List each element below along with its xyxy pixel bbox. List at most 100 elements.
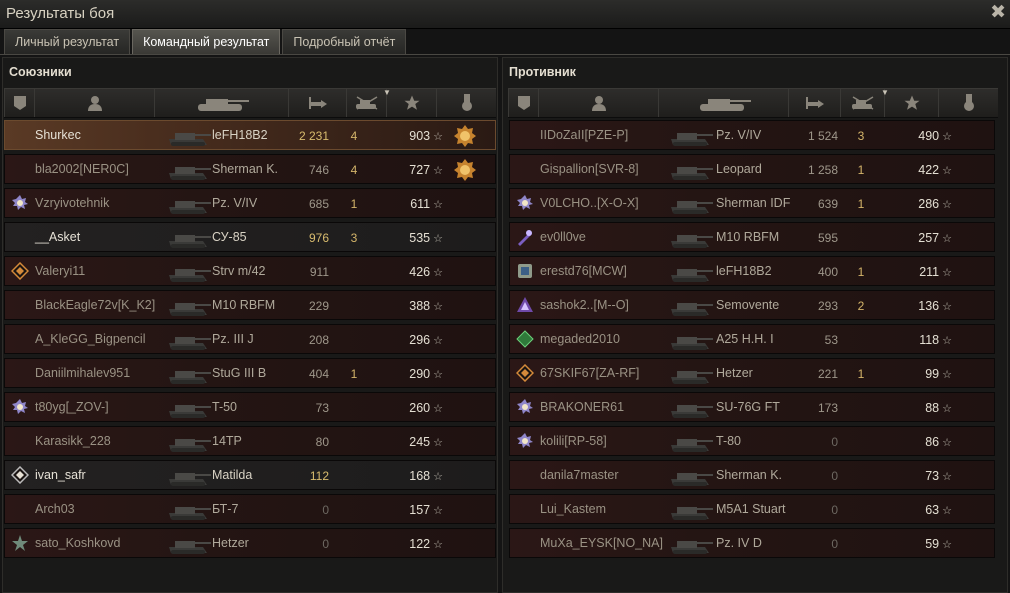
player-row[interactable]: V0LCHO..[X-O-X] Sherman IDF 639 1 286 ☆ [509,188,995,218]
player-row[interactable]: BlackEagle72v[K_K2] M10 RBFM 229 388 ☆ [4,290,496,320]
player-row[interactable]: megaded2010 A25 H.H. I 53 118 ☆ [509,324,995,354]
tank-icon [667,395,715,421]
xp-cell: 611 ☆ [375,197,443,211]
allies-panel: Союзники ▼ Shurkec leFH18B2 2 231 4 903 ☆ bla2… [2,57,498,593]
player-row[interactable]: sashok2..[M--O] Semovente 293 2 136 ☆ [509,290,995,320]
player-row[interactable]: Karasikk_228 14TP 80 245 ☆ [4,426,496,456]
enemies-header-xp-star[interactable]: ▼ [881,88,939,117]
xp-value: 535 [409,231,431,245]
xp-star-icon: ☆ [942,267,952,279]
xp-value: 59 [925,537,940,551]
tab-bar: Личный результат Командный результат Под… [4,29,408,54]
tab-team-result[interactable]: Командный результат [132,29,281,54]
kills-icon [850,96,876,110]
enemies-header-squad[interactable] [508,89,539,117]
tab-detailed-report[interactable]: Подробный отчёт [282,29,407,54]
tank-name: СУ-85 [212,230,247,244]
close-icon[interactable]: ✖ [990,2,1006,24]
player-row[interactable]: erestd76[MCW] leFH18B2 400 1 211 ☆ [509,256,995,286]
xp-star-icon: ☆ [942,131,952,143]
player-name: megaded2010 [540,332,620,346]
player-row[interactable]: 67SKIF67[ZA-RF] Hetzer 221 1 99 ☆ [509,358,995,388]
player-row[interactable]: ivan_safr Matilda 112 168 ☆ [4,460,496,490]
ace-medal-icon[interactable] [453,158,477,182]
tank-icon [165,123,213,149]
player-row[interactable]: Valeryi11 Strv m/42 911 426 ☆ [4,256,496,286]
player-name: Arch03 [35,502,75,516]
tank-icon [165,429,213,455]
xp-value: 290 [409,367,431,381]
tank-name: БТ-7 [212,502,239,516]
player-row[interactable]: danila7master Sherman K. 0 73 ☆ [509,460,995,490]
player-row[interactable]: MuXa_EYSK[NO_NA] Pz. IV D 0 59 ☆ [509,528,995,558]
enemies-header-kills[interactable] [840,89,885,117]
player-name: MuXa_EYSK[NO_NA] [540,536,663,550]
medal-icon [461,94,473,112]
allies-header-medal[interactable] [436,89,497,117]
allies-header-kills[interactable] [346,89,387,117]
allies-header-xp-star[interactable]: ▼ [383,88,437,117]
tank-icon [667,531,715,557]
tab-personal-result[interactable]: Личный результат [4,29,131,54]
tank-name: A25 H.H. I [716,332,774,346]
tab-divider [0,54,1010,55]
tank-name: Sherman K. [212,162,279,176]
xp-star-icon: ☆ [433,403,443,415]
player-row[interactable]: __Asket СУ-85 976 3 535 ☆ [4,222,496,252]
xp-star-icon: ☆ [433,199,443,211]
enemies-header-player[interactable] [538,89,659,117]
tank-icon [165,259,213,285]
xp-cell: 490 ☆ [884,129,952,143]
window-titlebar: Результаты боя ✖ [0,0,1010,29]
player-row[interactable]: A_KleGG_Bigpencil Pz. III J 208 296 ☆ [4,324,496,354]
kills-value: 3 [857,129,865,143]
enemies-column-header: ▼ [508,88,998,118]
xp-value: 245 [409,435,431,449]
xp-star-icon: ☆ [433,131,443,143]
allies-header-damage[interactable] [288,89,347,117]
xp-star-icon: ☆ [433,437,443,449]
player-row[interactable]: Lui_Kastem M5A1 Stuart 0 63 ☆ [509,494,995,524]
allies-header-player[interactable] [34,89,155,117]
allies-header-tank[interactable] [154,89,289,117]
player-row[interactable]: Vzryivotehnik Pz. V/IV 685 1 611 ☆ [4,188,496,218]
xp-value: 63 [925,503,940,517]
tank-name: Pz. V/IV [212,196,258,210]
enemies-panel: Противник ▼ IIDoZaII[PZE-P] Pz. V/IV 1 524… [502,57,1008,593]
tank-name: Strv m/42 [212,264,266,278]
player-row[interactable]: Shurkec leFH18B2 2 231 4 903 ☆ [4,120,496,150]
player-name: bla2002[NER0C] [35,162,129,176]
player-name: sashok2..[M--O] [540,298,629,312]
enemies-header-tank[interactable] [658,89,789,117]
enemies-header-medal[interactable] [938,89,999,117]
tank-name: SU-76G FT [716,400,780,414]
enemies-header-damage[interactable] [788,89,841,117]
tank-name: 14TP [212,434,242,448]
xp-cell: 727 ☆ [375,163,443,177]
damage-value: 0 [831,503,838,517]
player-row[interactable]: BRAKONER61 SU-76G FT 173 88 ☆ [509,392,995,422]
tank-name: M10 RBFM [716,230,780,244]
player-row[interactable]: kolili[RP-58] T-80 0 86 ☆ [509,426,995,456]
tank-icon [667,157,715,183]
xp-star-icon: ☆ [942,505,952,517]
tank-icon [667,225,715,251]
player-row[interactable]: t80yg[_ZOV-] T-50 73 260 ☆ [4,392,496,422]
xp-cell: 122 ☆ [375,537,443,551]
xp-cell: 99 ☆ [884,367,952,381]
player-row[interactable]: sato_Koshkovd Hetzer 0 122 ☆ [4,528,496,558]
player-name: BRAKONER61 [540,400,625,414]
player-row[interactable]: IIDoZaII[PZE-P] Pz. V/IV 1 524 3 490 ☆ [509,120,995,150]
player-row[interactable]: Daniilmihalev951 StuG III B 404 1 290 ☆ [4,358,496,388]
allies-header-squad[interactable] [4,89,35,117]
player-name: ev0ll0ve [540,230,586,244]
damage-value: 595 [817,231,838,245]
ace-medal-icon[interactable] [453,124,477,148]
tank-name: leFH18B2 [212,128,268,142]
tank-name: Pz. V/IV [716,128,762,142]
player-row[interactable]: bla2002[NER0C] Sherman K. 746 4 727 ☆ [4,154,496,184]
xp-star-icon: ☆ [942,165,952,177]
player-row[interactable]: Arch03 БТ-7 0 157 ☆ [4,494,496,524]
player-row[interactable]: Gispallion[SVR-8] Leopard 1 258 1 422 ☆ [509,154,995,184]
player-row[interactable]: ev0ll0ve M10 RBFM 595 257 ☆ [509,222,995,252]
